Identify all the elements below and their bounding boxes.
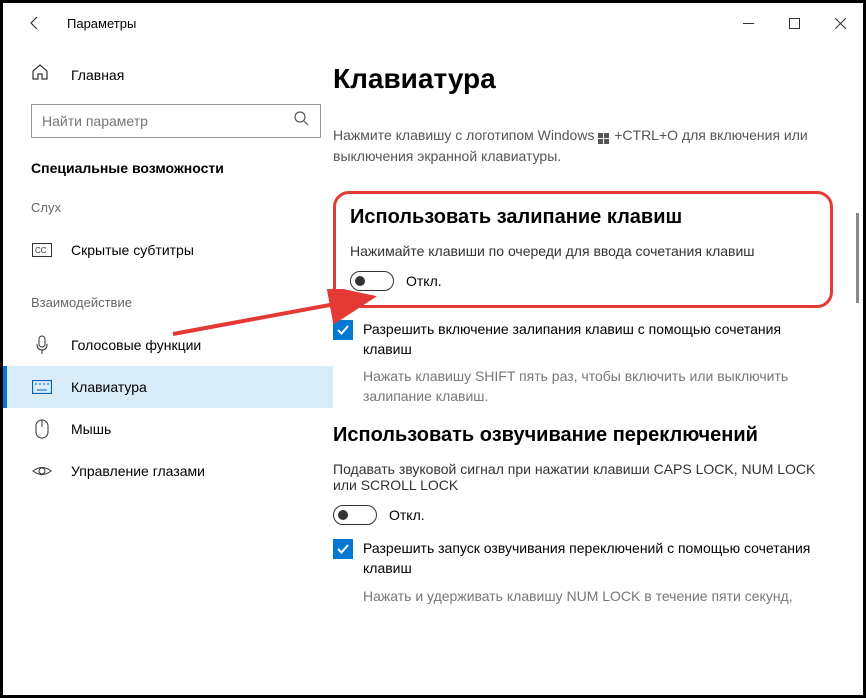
home-icon bbox=[31, 63, 53, 86]
section-header: Специальные возможности bbox=[31, 160, 333, 176]
sticky-keys-heading: Использовать залипание клавиш bbox=[350, 206, 816, 229]
scrollbar[interactable] bbox=[856, 213, 859, 303]
sidebar-item-eye[interactable]: Управление глазами bbox=[31, 450, 333, 492]
svg-text:CC: CC bbox=[35, 246, 47, 255]
sidebar-item-label: Голосовые функции bbox=[71, 337, 201, 353]
captions-icon: CC bbox=[31, 243, 53, 257]
search-input[interactable] bbox=[31, 104, 321, 138]
window-controls bbox=[725, 3, 863, 43]
close-button[interactable] bbox=[817, 3, 863, 43]
sticky-keys-desc: Нажимайте клавиши по очереди для ввода с… bbox=[350, 243, 816, 259]
sidebar: Главная Специальные возможности Слух CC … bbox=[3, 43, 333, 695]
group-hearing: Слух bbox=[31, 200, 333, 215]
sidebar-item-keyboard[interactable]: Клавиатура bbox=[3, 366, 333, 408]
search-icon bbox=[294, 111, 310, 131]
maximize-button[interactable] bbox=[771, 3, 817, 43]
osk-hint: Нажмите клавишу с логотипом Windows +CTR… bbox=[333, 125, 833, 167]
group-interaction: Взаимодействие bbox=[31, 295, 333, 310]
keyboard-icon bbox=[31, 380, 53, 394]
sticky-shortcut-checkbox[interactable] bbox=[333, 320, 353, 340]
toggle-keys-shortcut-hint: Нажать и удерживать клавишу NUM LOCK в т… bbox=[363, 587, 833, 607]
sidebar-item-captions[interactable]: CC Скрытые субтитры bbox=[31, 229, 333, 271]
window-title: Параметры bbox=[67, 16, 136, 31]
back-button[interactable] bbox=[23, 11, 47, 35]
sidebar-item-label: Управление глазами bbox=[71, 463, 205, 479]
toggle-keys-desc: Подавать звуковой сигнал при нажатии кла… bbox=[333, 461, 833, 493]
sticky-keys-toggle[interactable] bbox=[350, 271, 394, 291]
sidebar-item-mouse[interactable]: Мышь bbox=[31, 408, 333, 450]
sticky-shortcut-hint: Нажать клавишу SHIFT пять раз, чтобы вкл… bbox=[363, 367, 833, 406]
search-field[interactable] bbox=[42, 113, 294, 129]
mouse-icon bbox=[31, 419, 53, 439]
sidebar-item-label: Мышь bbox=[71, 421, 111, 437]
main-content: Клавиатура Нажмите клавишу с логотипом W… bbox=[333, 43, 863, 695]
toggle-keys-heading: Использовать озвучивание переключений bbox=[333, 424, 833, 447]
page-title: Клавиатура bbox=[333, 63, 833, 95]
toggle-state-label: Откл. bbox=[389, 507, 425, 523]
microphone-icon bbox=[31, 335, 53, 355]
toggle-state-label: Откл. bbox=[406, 273, 442, 289]
windows-logo-icon bbox=[598, 130, 610, 142]
eye-icon bbox=[31, 464, 53, 478]
home-label: Главная bbox=[71, 67, 124, 83]
toggle-keys-toggle[interactable] bbox=[333, 505, 377, 525]
sidebar-item-label: Клавиатура bbox=[71, 379, 147, 395]
sidebar-item-speech[interactable]: Голосовые функции bbox=[31, 324, 333, 366]
highlight-box: Использовать залипание клавиш Нажимайте … bbox=[333, 191, 833, 308]
sidebar-item-label: Скрытые субтитры bbox=[71, 242, 194, 258]
sticky-shortcut-label: Разрешить включение залипания клавиш с п… bbox=[363, 320, 833, 359]
titlebar: Параметры bbox=[3, 3, 863, 43]
toggle-keys-shortcut-checkbox[interactable] bbox=[333, 539, 353, 559]
home-link[interactable]: Главная bbox=[31, 63, 333, 86]
minimize-button[interactable] bbox=[725, 3, 771, 43]
toggle-keys-shortcut-label: Разрешить запуск озвучивания переключени… bbox=[363, 539, 833, 578]
